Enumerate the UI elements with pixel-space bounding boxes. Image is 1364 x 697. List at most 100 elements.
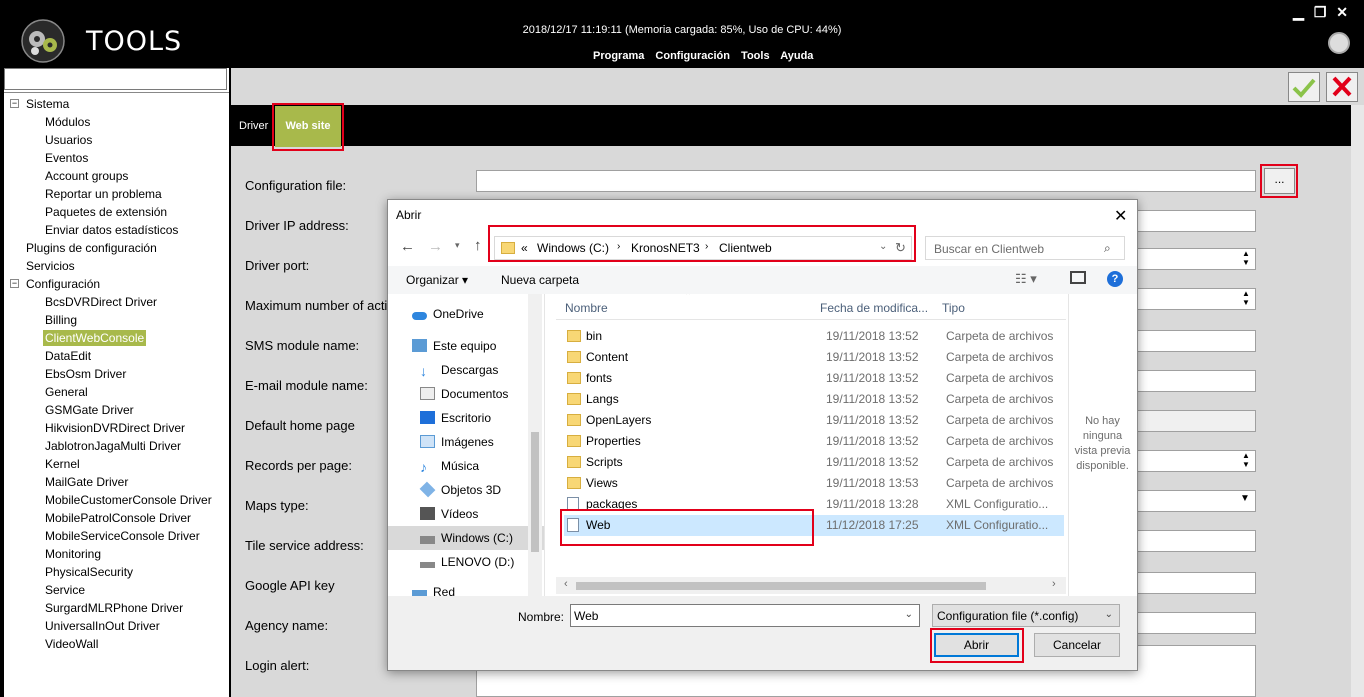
tree-item-selected[interactable]: ClientWebConsole <box>43 330 147 346</box>
filename-input[interactable]: Web ⌄ <box>570 604 920 627</box>
scroll-left-icon[interactable]: ‹ <box>564 578 568 590</box>
tree-item[interactable]: SurgardMLRPhone Driver <box>45 600 183 616</box>
file-type-filter[interactable]: Configuration file (*.config) ⌄ <box>932 604 1120 627</box>
tree-item[interactable]: MailGate Driver <box>45 474 128 490</box>
column-date[interactable]: Fecha de modifica... <box>820 301 928 315</box>
search-input[interactable]: Buscar en Clientweb <box>925 236 1125 260</box>
nav-musica[interactable]: ♪ Música <box>420 454 479 478</box>
nav-scrollbar[interactable] <box>528 294 542 596</box>
scrollbar-thumb[interactable] <box>531 432 539 552</box>
nav-videos[interactable]: Vídeos <box>420 502 478 526</box>
back-arrow-icon[interactable]: ← <box>400 238 415 255</box>
tree-item[interactable]: Enviar datos estadísticos <box>45 222 178 238</box>
preview-pane-icon[interactable] <box>1070 271 1086 284</box>
user-avatar-icon[interactable] <box>1328 32 1350 54</box>
column-name[interactable]: Nombre <box>565 301 608 315</box>
tree-item[interactable]: General <box>45 384 88 400</box>
configuration-file-input[interactable] <box>476 170 1256 192</box>
tree-item[interactable]: Service <box>45 582 85 598</box>
menu-programa[interactable]: Programa <box>593 50 644 62</box>
tree-item[interactable]: Account groups <box>45 168 128 184</box>
close-icon[interactable]: ✕ <box>1336 4 1348 20</box>
collapse-icon[interactable]: − <box>10 99 19 108</box>
tree-item[interactable]: Eventos <box>45 150 88 166</box>
tree-item[interactable]: GSMGate Driver <box>45 402 134 418</box>
file-row[interactable]: Scripts 19/11/2018 13:52 Carpeta de archiv… <box>564 452 1064 473</box>
chevron-down-icon[interactable]: ⌄ <box>1105 609 1113 620</box>
tree-item[interactable]: BcsDVRDirect Driver <box>45 294 157 310</box>
tree-item[interactable]: Kernel <box>45 456 80 472</box>
cancel-button[interactable]: Cancelar <box>1034 633 1120 657</box>
spinner-icon[interactable]: ▲ ▼ <box>1238 451 1254 471</box>
tab-driver[interactable]: Driver <box>239 120 268 132</box>
discard-button[interactable] <box>1326 72 1358 102</box>
column-type[interactable]: Tipo <box>942 301 965 315</box>
spinner-icon[interactable]: ▲ ▼ <box>1238 289 1254 309</box>
nav-descargas[interactable]: ↓ Descargas <box>420 358 498 382</box>
tree-item-configuracion[interactable]: Configuración <box>26 276 100 292</box>
nav-documentos[interactable]: Documentos <box>420 382 508 406</box>
tree-item[interactable]: Usuarios <box>45 132 92 148</box>
scrollbar-thumb[interactable] <box>576 582 986 590</box>
tree-item[interactable]: VideoWall <box>45 636 98 652</box>
tree-item[interactable]: Reportar un problema <box>45 186 162 202</box>
minimize-icon[interactable]: ▁ <box>1293 4 1304 20</box>
tree-item-servicios[interactable]: Servicios <box>26 258 75 274</box>
tree-item[interactable]: Módulos <box>45 114 90 130</box>
nav-red[interactable]: Red <box>412 580 455 596</box>
menu-ayuda[interactable]: Ayuda <box>780 50 813 62</box>
restore-icon[interactable]: ❐ <box>1314 4 1327 20</box>
nav-este-equipo[interactable]: Este equipo <box>412 334 496 358</box>
menu-configuracion[interactable]: Configuración <box>655 50 730 62</box>
menu-tools[interactable]: Tools <box>741 50 770 62</box>
up-arrow-icon[interactable]: ↑ <box>474 237 482 254</box>
view-options-icon[interactable]: ☷ ▾ <box>1015 271 1037 287</box>
horizontal-scrollbar[interactable]: ‹ › <box>556 577 1066 594</box>
file-row[interactable]: Content 19/11/2018 13:52 Carpeta de archiv… <box>564 347 1064 368</box>
highlight-box <box>1260 164 1298 198</box>
tree-item[interactable]: PhysicalSecurity <box>45 564 133 580</box>
tree-item[interactable]: UniversalInOut Driver <box>45 618 160 634</box>
nav-escritorio[interactable]: Escritorio <box>420 406 491 430</box>
tree-item[interactable]: DataEdit <box>45 348 91 364</box>
tree-item-sistema[interactable]: Sistema <box>26 96 69 112</box>
nav-lenovo-d[interactable]: LENOVO (D:) <box>420 550 514 574</box>
spinner-icon[interactable]: ▲ ▼ <box>1238 249 1254 269</box>
tree-item[interactable]: Paquetes de extensión <box>45 204 167 220</box>
file-row[interactable]: Langs 19/11/2018 13:52 Carpeta de archivos <box>564 389 1064 410</box>
tree-item[interactable]: MobilePatrolConsole Driver <box>45 510 191 526</box>
file-row[interactable]: bin 19/11/2018 13:52 Carpeta de archivos <box>564 326 1064 347</box>
file-row[interactable]: OpenLayers 19/11/2018 13:52 Carpeta de arc… <box>564 410 1064 431</box>
tree-item[interactable]: MobileServiceConsole Driver <box>45 528 200 544</box>
vertical-scrollbar[interactable] <box>1351 105 1364 697</box>
nav-objetos-3d[interactable]: Objetos 3D <box>419 478 501 502</box>
file-row[interactable]: Properties 19/11/2018 13:52 Carpeta de arc… <box>564 431 1064 452</box>
forward-arrow-icon[interactable]: → <box>428 238 443 255</box>
nav-windows-c[interactable]: Windows (C:) <box>388 526 544 550</box>
help-icon[interactable]: ? <box>1107 271 1123 287</box>
save-button[interactable] <box>1288 72 1320 102</box>
file-row[interactable]: Views 19/11/2018 13:53 Carpeta de archivos <box>564 473 1064 494</box>
chevron-down-icon[interactable]: ⌄ <box>905 609 913 620</box>
tree-item[interactable]: Billing <box>45 312 77 328</box>
tree-item[interactable]: HikvisionDVRDirect Driver <box>45 420 185 436</box>
tree-item[interactable]: JablotronJagaMulti Driver <box>45 438 181 454</box>
recent-locations-icon[interactable]: ▾ <box>455 240 460 251</box>
highlight-box <box>272 103 344 151</box>
organize-button[interactable]: Organizar ▾ <box>406 273 468 287</box>
nav-onedrive[interactable]: OneDrive <box>412 302 484 326</box>
file-row[interactable]: fonts 19/11/2018 13:52 Carpeta de archivos <box>564 368 1064 389</box>
search-icon[interactable]: ⌕ <box>1104 241 1111 256</box>
tree-item[interactable]: Monitoring <box>45 546 101 562</box>
collapse-icon[interactable]: − <box>10 279 19 288</box>
dropdown-arrow-icon[interactable]: ▼ <box>1240 493 1250 504</box>
tree-item-plugins[interactable]: Plugins de configuración <box>26 240 157 256</box>
new-folder-button[interactable]: Nueva carpeta <box>501 273 579 287</box>
tab-strip <box>231 105 1351 146</box>
tree-item[interactable]: MobileCustomerConsole Driver <box>45 492 212 508</box>
nav-imagenes[interactable]: Imágenes <box>420 430 494 454</box>
scroll-right-icon[interactable]: › <box>1052 578 1056 590</box>
tree-item[interactable]: EbsOsm Driver <box>45 366 126 382</box>
tree-search-input[interactable] <box>4 68 227 90</box>
dialog-close-icon[interactable]: ✕ <box>1114 206 1127 226</box>
